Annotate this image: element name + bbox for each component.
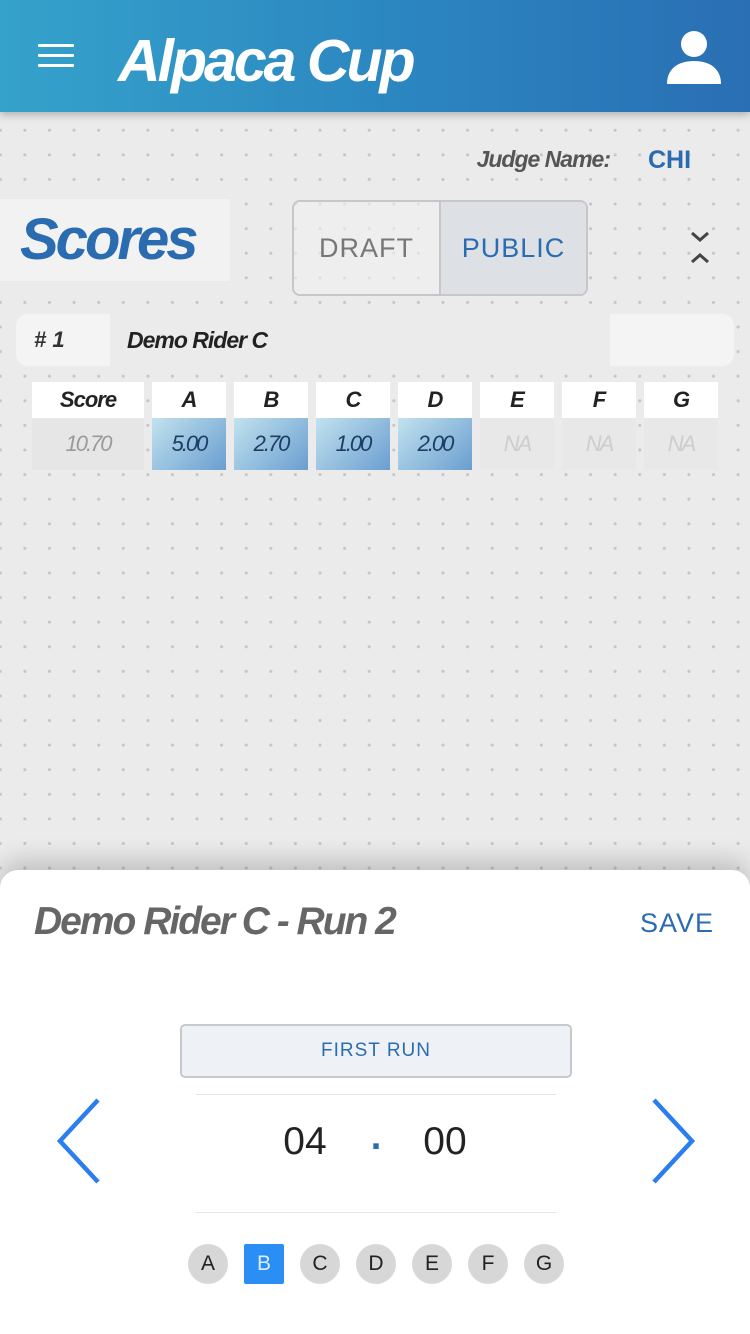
rider-rank: # 1 bbox=[34, 327, 65, 352]
visibility-segmented-control: DRAFT PUBLIC bbox=[292, 200, 588, 296]
score-cell: 1.00 bbox=[316, 418, 390, 470]
score-entry-sheet: Demo Rider C - Run 2 SAVE FIRST RUN 04 .… bbox=[0, 870, 750, 1334]
first-run-button[interactable]: FIRST RUN bbox=[180, 1024, 572, 1078]
column-header: A bbox=[152, 382, 226, 418]
score-cell: NA bbox=[480, 418, 554, 470]
column-header: G bbox=[644, 382, 718, 418]
score-column-e[interactable]: E NA bbox=[480, 382, 554, 470]
score-total-value: 10.70 bbox=[32, 418, 144, 470]
score-column-a[interactable]: A 5.00 bbox=[152, 382, 226, 470]
criterion-e[interactable]: E bbox=[412, 1244, 452, 1284]
segment-draft[interactable]: DRAFT bbox=[294, 202, 441, 294]
score-column-g[interactable]: G NA bbox=[644, 382, 718, 470]
top-bar: Alpaca Cup bbox=[0, 0, 750, 112]
menu-icon[interactable] bbox=[38, 44, 74, 68]
column-header: D bbox=[398, 382, 472, 418]
score-table: Score 10.70 A 5.00 B 2.70 C 1.00 D 2.00 … bbox=[0, 382, 750, 470]
user-icon[interactable] bbox=[665, 28, 723, 86]
page-title: Scores bbox=[0, 199, 230, 281]
score-column-d[interactable]: D 2.00 bbox=[398, 382, 472, 470]
column-header: C bbox=[316, 382, 390, 418]
score-column-f[interactable]: F NA bbox=[562, 382, 636, 470]
rider-name: Demo Rider C bbox=[110, 314, 610, 366]
criterion-a[interactable]: A bbox=[188, 1244, 228, 1284]
picker-fraction-value[interactable]: 00 bbox=[360, 1120, 530, 1164]
criteria-selector: A B C D E F G bbox=[188, 1244, 568, 1284]
app-title: Alpaca Cup bbox=[118, 28, 416, 94]
criterion-g[interactable]: G bbox=[524, 1244, 564, 1284]
score-cell: 5.00 bbox=[152, 418, 226, 470]
column-header: F bbox=[562, 382, 636, 418]
criterion-d[interactable]: D bbox=[356, 1244, 396, 1284]
save-button[interactable]: SAVE bbox=[640, 908, 714, 939]
criterion-b[interactable]: B bbox=[244, 1244, 284, 1284]
score-cell: 2.70 bbox=[234, 418, 308, 470]
score-cell: 2.00 bbox=[398, 418, 472, 470]
sheet-title: Demo Rider C - Run 2 bbox=[34, 900, 397, 943]
chevron-right-icon[interactable] bbox=[646, 1096, 698, 1186]
column-header: B bbox=[234, 382, 308, 418]
collapse-icon[interactable] bbox=[684, 228, 716, 268]
criterion-f[interactable]: F bbox=[468, 1244, 508, 1284]
column-header: E bbox=[480, 382, 554, 418]
criterion-c[interactable]: C bbox=[300, 1244, 340, 1284]
score-cell: NA bbox=[644, 418, 718, 470]
judge-name-label: Judge Name: bbox=[476, 146, 611, 172]
score-column-total: Score 10.70 bbox=[32, 382, 144, 470]
picker-divider bbox=[196, 1094, 556, 1095]
score-cell: NA bbox=[562, 418, 636, 470]
picker-divider bbox=[196, 1212, 556, 1213]
chevron-left-icon[interactable] bbox=[54, 1096, 106, 1186]
judge-name-value: CHI bbox=[648, 146, 692, 174]
segment-public[interactable]: PUBLIC bbox=[441, 202, 586, 294]
score-column-c[interactable]: C 1.00 bbox=[316, 382, 390, 470]
score-column-b[interactable]: B 2.70 bbox=[234, 382, 308, 470]
rider-row[interactable]: # 1 Demo Rider C bbox=[16, 314, 734, 366]
column-header: Score bbox=[32, 382, 144, 418]
